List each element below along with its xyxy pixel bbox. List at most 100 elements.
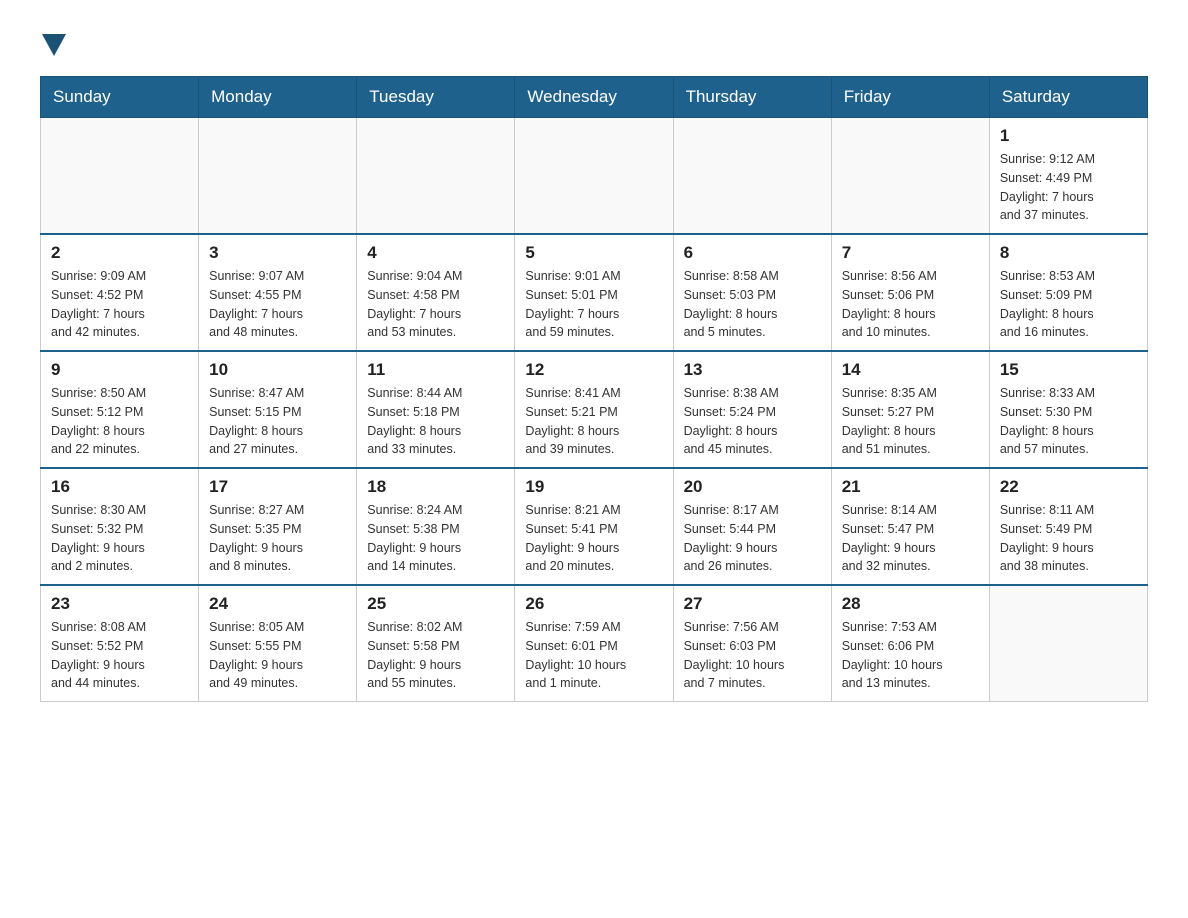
calendar-cell: 3 Sunrise: 9:07 AMSunset: 4:55 PMDaylight…	[199, 234, 357, 351]
day-number: 3	[209, 243, 346, 263]
calendar-week-row: 2 Sunrise: 9:09 AMSunset: 4:52 PMDaylight…	[41, 234, 1148, 351]
day-info: Sunrise: 8:14 AMSunset: 5:47 PMDaylight:…	[842, 501, 979, 576]
day-number: 6	[684, 243, 821, 263]
logo-arrow-icon	[42, 34, 66, 56]
day-info: Sunrise: 8:21 AMSunset: 5:41 PMDaylight:…	[525, 501, 662, 576]
calendar-cell	[41, 118, 199, 235]
calendar-cell	[199, 118, 357, 235]
day-number: 1	[1000, 126, 1137, 146]
calendar-cell: 8 Sunrise: 8:53 AMSunset: 5:09 PMDaylight…	[989, 234, 1147, 351]
calendar-cell: 26 Sunrise: 7:59 AMSunset: 6:01 PMDayligh…	[515, 585, 673, 702]
day-number: 24	[209, 594, 346, 614]
calendar-cell: 4Sunrise: 9:04 AMSunset: 4:58 PMDaylight…	[357, 234, 515, 351]
day-header-thursday: Thursday	[673, 77, 831, 118]
day-info: Sunrise: 8:41 AMSunset: 5:21 PMDaylight:…	[525, 384, 662, 459]
day-number: 19	[525, 477, 662, 497]
calendar-cell: 27 Sunrise: 7:56 AMSunset: 6:03 PMDayligh…	[673, 585, 831, 702]
calendar-cell	[673, 118, 831, 235]
calendar-cell: 25 Sunrise: 8:02 AMSunset: 5:58 PMDayligh…	[357, 585, 515, 702]
calendar-cell	[989, 585, 1147, 702]
day-info: Sunrise: 8:11 AMSunset: 5:49 PMDaylight:…	[1000, 501, 1137, 576]
calendar-cell: 15 Sunrise: 8:33 AMSunset: 5:30 PMDayligh…	[989, 351, 1147, 468]
day-number: 26	[525, 594, 662, 614]
day-header-friday: Friday	[831, 77, 989, 118]
calendar-cell: 10 Sunrise: 8:47 AMSunset: 5:15 PMDayligh…	[199, 351, 357, 468]
day-number: 27	[684, 594, 821, 614]
day-info: Sunrise: 8:33 AMSunset: 5:30 PMDaylight:…	[1000, 384, 1137, 459]
day-info: Sunrise: 8:38 AMSunset: 5:24 PMDaylight:…	[684, 384, 821, 459]
day-header-tuesday: Tuesday	[357, 77, 515, 118]
logo	[40, 30, 66, 56]
calendar-week-row: 9 Sunrise: 8:50 AMSunset: 5:12 PMDaylight…	[41, 351, 1148, 468]
day-number: 8	[1000, 243, 1137, 263]
calendar-cell	[357, 118, 515, 235]
day-number: 7	[842, 243, 979, 263]
day-number: 22	[1000, 477, 1137, 497]
day-number: 14	[842, 360, 979, 380]
day-number: 5	[525, 243, 662, 263]
calendar-cell: 11 Sunrise: 8:44 AMSunset: 5:18 PMDayligh…	[357, 351, 515, 468]
day-info: Sunrise: 7:59 AMSunset: 6:01 PMDaylight:…	[525, 618, 662, 693]
calendar-cell	[831, 118, 989, 235]
day-number: 20	[684, 477, 821, 497]
calendar-cell: 13 Sunrise: 8:38 AMSunset: 5:24 PMDayligh…	[673, 351, 831, 468]
calendar-cell: 17 Sunrise: 8:27 AMSunset: 5:35 PMDayligh…	[199, 468, 357, 585]
day-info: Sunrise: 7:56 AMSunset: 6:03 PMDaylight:…	[684, 618, 821, 693]
day-info: Sunrise: 7:53 AMSunset: 6:06 PMDaylight:…	[842, 618, 979, 693]
calendar-week-row: 1Sunrise: 9:12 AMSunset: 4:49 PMDaylight…	[41, 118, 1148, 235]
day-info: Sunrise: 8:24 AMSunset: 5:38 PMDaylight:…	[367, 501, 504, 576]
day-number: 21	[842, 477, 979, 497]
day-info: Sunrise: 8:35 AMSunset: 5:27 PMDaylight:…	[842, 384, 979, 459]
day-number: 9	[51, 360, 188, 380]
calendar-cell: 20 Sunrise: 8:17 AMSunset: 5:44 PMDayligh…	[673, 468, 831, 585]
page-header	[20, 20, 1168, 66]
calendar-cell: 24 Sunrise: 8:05 AMSunset: 5:55 PMDayligh…	[199, 585, 357, 702]
calendar-cell: 14 Sunrise: 8:35 AMSunset: 5:27 PMDayligh…	[831, 351, 989, 468]
day-info: Sunrise: 8:05 AMSunset: 5:55 PMDaylight:…	[209, 618, 346, 693]
day-header-sunday: Sunday	[41, 77, 199, 118]
calendar-cell: 18 Sunrise: 8:24 AMSunset: 5:38 PMDayligh…	[357, 468, 515, 585]
day-number: 23	[51, 594, 188, 614]
calendar-cell	[515, 118, 673, 235]
day-number: 17	[209, 477, 346, 497]
day-info: Sunrise: 9:04 AMSunset: 4:58 PMDaylight:…	[367, 267, 504, 342]
day-number: 13	[684, 360, 821, 380]
calendar-cell: 19 Sunrise: 8:21 AMSunset: 5:41 PMDayligh…	[515, 468, 673, 585]
day-info: Sunrise: 9:01 AMSunset: 5:01 PMDaylight:…	[525, 267, 662, 342]
day-header-saturday: Saturday	[989, 77, 1147, 118]
calendar-cell: 23 Sunrise: 8:08 AMSunset: 5:52 PMDayligh…	[41, 585, 199, 702]
day-number: 28	[842, 594, 979, 614]
day-header-wednesday: Wednesday	[515, 77, 673, 118]
calendar-cell: 21 Sunrise: 8:14 AMSunset: 5:47 PMDayligh…	[831, 468, 989, 585]
calendar-cell: 28 Sunrise: 7:53 AMSunset: 6:06 PMDayligh…	[831, 585, 989, 702]
day-number: 10	[209, 360, 346, 380]
calendar-cell: 22 Sunrise: 8:11 AMSunset: 5:49 PMDayligh…	[989, 468, 1147, 585]
day-number: 25	[367, 594, 504, 614]
day-number: 12	[525, 360, 662, 380]
day-info: Sunrise: 8:53 AMSunset: 5:09 PMDaylight:…	[1000, 267, 1137, 342]
calendar-header-row: SundayMondayTuesdayWednesdayThursdayFrid…	[41, 77, 1148, 118]
day-info: Sunrise: 8:58 AMSunset: 5:03 PMDaylight:…	[684, 267, 821, 342]
calendar-cell: 2 Sunrise: 9:09 AMSunset: 4:52 PMDaylight…	[41, 234, 199, 351]
day-info: Sunrise: 8:44 AMSunset: 5:18 PMDaylight:…	[367, 384, 504, 459]
day-number: 2	[51, 243, 188, 263]
calendar-cell: 5 Sunrise: 9:01 AMSunset: 5:01 PMDaylight…	[515, 234, 673, 351]
day-number: 18	[367, 477, 504, 497]
day-info: Sunrise: 9:07 AMSunset: 4:55 PMDaylight:…	[209, 267, 346, 342]
day-number: 11	[367, 360, 504, 380]
day-info: Sunrise: 8:08 AMSunset: 5:52 PMDaylight:…	[51, 618, 188, 693]
day-header-monday: Monday	[199, 77, 357, 118]
day-info: Sunrise: 8:17 AMSunset: 5:44 PMDaylight:…	[684, 501, 821, 576]
day-info: Sunrise: 8:56 AMSunset: 5:06 PMDaylight:…	[842, 267, 979, 342]
calendar-week-row: 16Sunrise: 8:30 AMSunset: 5:32 PMDayligh…	[41, 468, 1148, 585]
day-info: Sunrise: 8:27 AMSunset: 5:35 PMDaylight:…	[209, 501, 346, 576]
day-info: Sunrise: 9:09 AMSunset: 4:52 PMDaylight:…	[51, 267, 188, 342]
day-info: Sunrise: 8:50 AMSunset: 5:12 PMDaylight:…	[51, 384, 188, 459]
calendar-cell: 1Sunrise: 9:12 AMSunset: 4:49 PMDaylight…	[989, 118, 1147, 235]
calendar-cell: 12 Sunrise: 8:41 AMSunset: 5:21 PMDayligh…	[515, 351, 673, 468]
day-number: 15	[1000, 360, 1137, 380]
calendar-cell: 7 Sunrise: 8:56 AMSunset: 5:06 PMDaylight…	[831, 234, 989, 351]
calendar-week-row: 23 Sunrise: 8:08 AMSunset: 5:52 PMDayligh…	[41, 585, 1148, 702]
day-info: Sunrise: 8:02 AMSunset: 5:58 PMDaylight:…	[367, 618, 504, 693]
day-info: Sunrise: 8:47 AMSunset: 5:15 PMDaylight:…	[209, 384, 346, 459]
